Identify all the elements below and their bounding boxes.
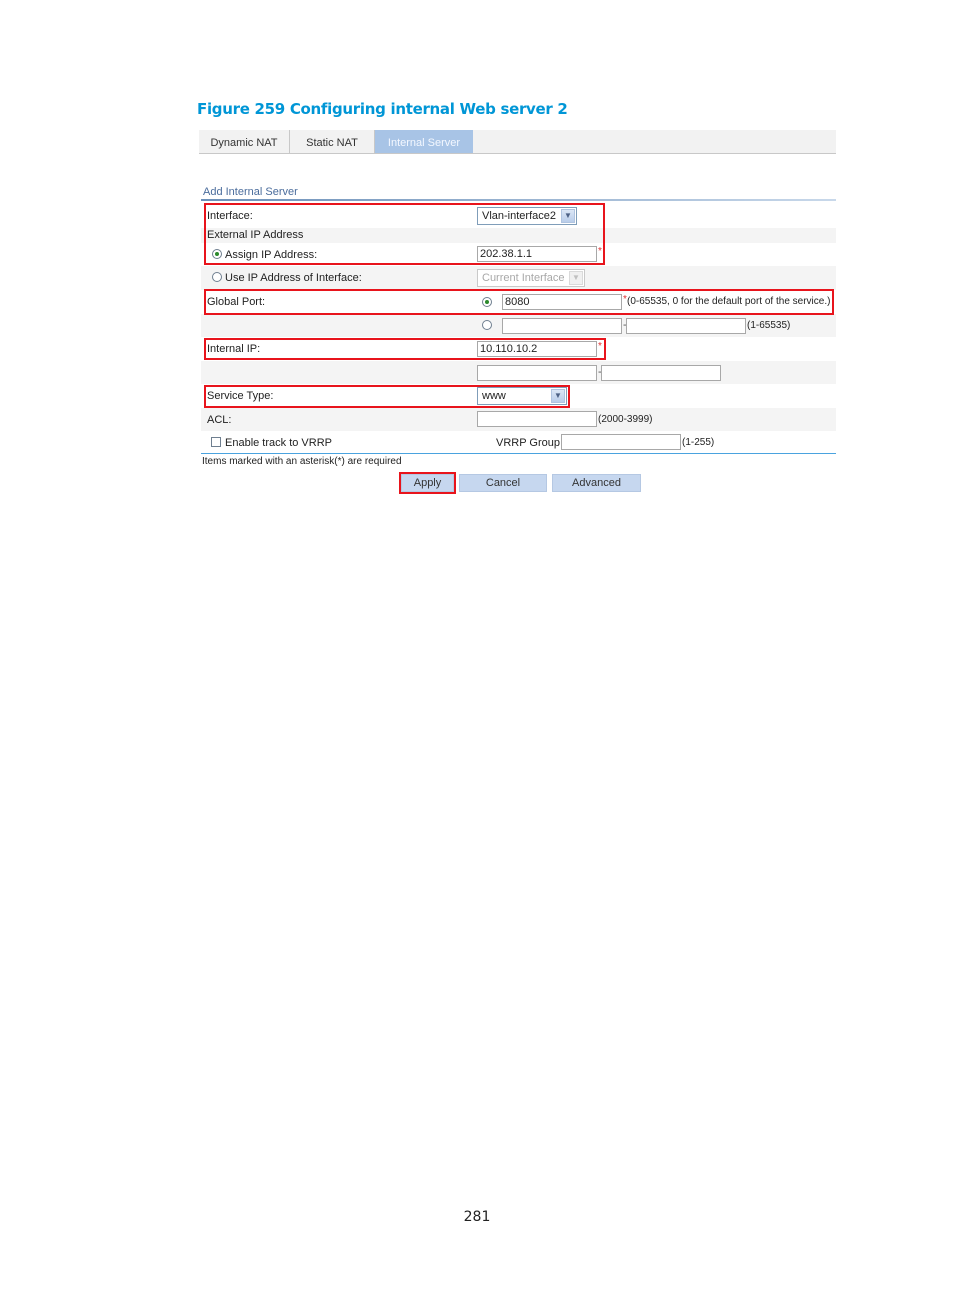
tab-static-nat[interactable]: Static NAT [290,130,375,153]
use-interface-ip-label: Use IP Address of Interface: [225,272,362,284]
use-interface-ip-row: Use IP Address of Interface: Current Int… [201,266,836,290]
vrrp-group-label: VRRP Group: [496,437,564,449]
internal-ip-label: Internal IP: [207,343,261,355]
interface-value: Vlan-interface2 [482,210,556,222]
internal-ip-row: Internal IP: 10.110.10.2 * [201,337,836,361]
section-divider [201,199,836,201]
enable-vrrp-checkbox[interactable] [211,437,221,447]
global-port-label: Global Port: [207,296,266,308]
global-port-row: Global Port: 8080 * (0-65535, 0 for the … [201,290,836,314]
assign-ip-input[interactable]: 202.38.1.1 [477,246,597,262]
assign-ip-radio[interactable] [212,249,222,259]
current-interface-value: Current Interface [482,272,565,284]
global-port-range-radio[interactable] [482,320,492,330]
internal-ip-range-start-input[interactable] [477,365,597,381]
chevron-down-icon: ▼ [561,209,575,223]
interface-label: Interface: [207,210,253,222]
external-ip-row: External IP Address [201,228,836,243]
section-title: Add Internal Server [203,186,298,198]
chevron-down-icon: ▼ [551,389,565,403]
tab-internal-server[interactable]: Internal Server [375,130,473,153]
interface-row: Interface: Vlan-interface2 ▼ [201,205,836,228]
service-type-select[interactable]: www ▼ [477,387,567,405]
vrrp-group-hint: (1-255) [682,437,715,448]
assign-ip-row: Assign IP Address: 202.38.1.1 * [201,243,836,266]
required-asterisk: * [598,246,602,257]
global-port-single-radio[interactable] [482,297,492,307]
global-port-input[interactable]: 8080 [502,294,622,310]
service-type-value: www [482,390,506,402]
acl-hint: (2000-3999) [598,414,653,425]
figure-title: Figure 259 Configuring internal Web serv… [197,100,568,118]
enable-vrrp-label: Enable track to VRRP [225,437,332,449]
use-interface-ip-radio[interactable] [212,272,222,282]
advanced-button[interactable]: Advanced [552,474,641,492]
tab-dynamic-nat[interactable]: Dynamic NAT [199,130,290,153]
service-type-row: Service Type: www ▼ [201,384,836,408]
cancel-button[interactable]: Cancel [459,474,547,492]
acl-row: ACL: (2000-3999) [201,408,836,431]
global-port-range-hint: (1-65535) [747,320,791,331]
chevron-down-icon: ▼ [569,271,583,285]
global-port-range-row: - (1-65535) [201,314,836,337]
required-asterisk: * [598,341,602,352]
global-port-range-end-input[interactable] [626,318,746,334]
required-note: Items marked with an asterisk(*) are req… [202,456,402,467]
vrrp-group-input[interactable] [561,434,681,450]
service-type-label: Service Type: [207,390,274,402]
interface-select[interactable]: Vlan-interface2 ▼ [477,207,577,225]
internal-ip-input[interactable]: 10.110.10.2 [477,341,597,357]
global-port-range-start-input[interactable] [502,318,622,334]
acl-label: ACL: [207,414,232,426]
form-footer-divider [201,453,836,454]
tab-bar: Dynamic NAT Static NAT Internal Server [199,130,836,154]
vrrp-row: Enable track to VRRP VRRP Group: (1-255) [201,431,836,453]
external-ip-label: External IP Address [207,229,304,241]
assign-ip-label: Assign IP Address: [225,249,318,261]
internal-ip-range-end-input[interactable] [601,365,721,381]
page-number: 281 [463,1209,491,1225]
global-port-hint: (0-65535, 0 for the default port of the … [627,296,831,307]
acl-input[interactable] [477,411,597,427]
current-interface-select: Current Interface ▼ [477,269,585,287]
apply-button[interactable]: Apply [401,474,454,492]
internal-ip-range-row: - [201,361,836,384]
